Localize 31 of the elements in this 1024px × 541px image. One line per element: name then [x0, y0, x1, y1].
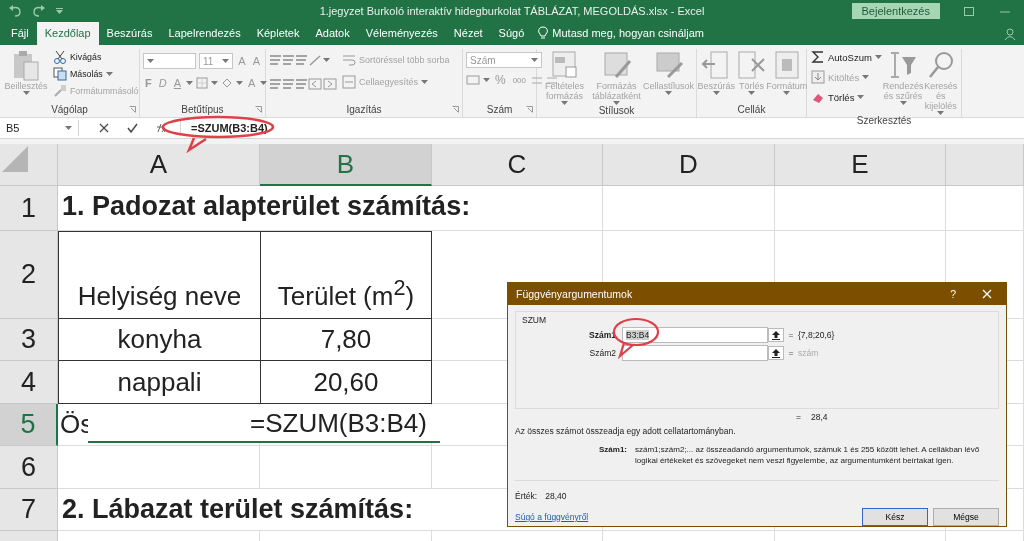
window-title: 1.jegyzet Burkoló interaktív hidegburkolat TÁBLÁZAT, MEGOLDÁS.xlsx - Excel — [319, 5, 705, 17]
cell-text: 1. Padozat alapterület számítás: — [62, 191, 471, 222]
equals-sign: = — [796, 412, 801, 422]
table-cell: Terület (m$^{2}$) — [277, 275, 415, 312]
formula-result: 28,4 — [810, 412, 828, 422]
table-cell: konyha — [117, 324, 202, 355]
table-cell: 7,80 — [320, 324, 372, 355]
group-label: Vágólap — [51, 104, 88, 115]
group-label: Szám — [486, 104, 513, 115]
group-label: Betűtípus — [181, 104, 224, 115]
argument-label: Szám1 — [588, 330, 617, 340]
group-label: Cellák — [737, 104, 766, 115]
equals-sign: = — [787, 348, 795, 358]
argument-result: {7,8;20,6} — [798, 330, 836, 340]
argument-help: szám1;szám2;... az összeadandó argumentumok, számuk 1 és 255 között lehet. A cellákban lévő logikai értékeket és szövegeket nem veszi figyelembe, az argumentumként beírtakat igen. — [635, 444, 981, 466]
group-label: Stílusok — [598, 105, 635, 116]
cell-text: 2. Lábazat terület számítás: — [62, 494, 414, 525]
group-label: Igazítás — [346, 104, 382, 115]
table-cell: nappali — [117, 366, 202, 398]
dialog-title: Függvényargumentumok — [516, 288, 633, 300]
value-text: 28,40 — [545, 491, 567, 501]
argument-help-label: Szám1: — [598, 444, 628, 456]
equals-sign: = — [787, 330, 795, 340]
function-name: SZUM — [522, 315, 548, 325]
function-description: Az összes számot összeadja egy adott cellatartományban. — [515, 426, 737, 436]
argument-result: szám — [798, 348, 820, 358]
table-cell: 20,60 — [313, 366, 379, 398]
group-label: Szerkesztés — [856, 115, 912, 126]
table-cell: Helyiség neve — [77, 281, 242, 312]
argument-label: Szám2 — [588, 348, 617, 358]
value-label: Érték: — [515, 491, 538, 501]
